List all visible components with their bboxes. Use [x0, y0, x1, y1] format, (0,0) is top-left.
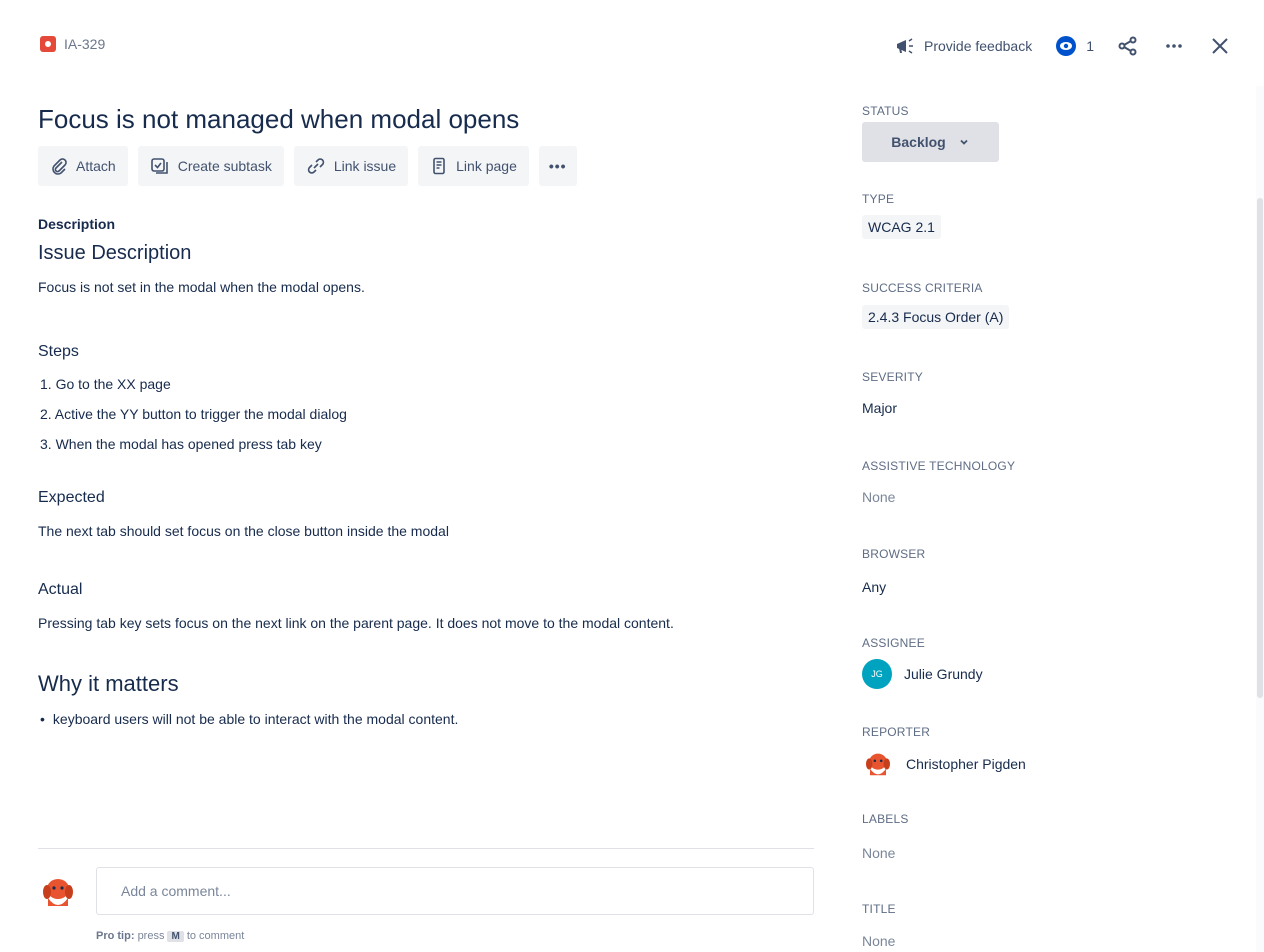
megaphone-icon: [897, 38, 914, 54]
issue-toolbar: Attach Create subtask Link issue Link pa…: [38, 146, 816, 186]
pro-tip-press: press: [137, 930, 165, 942]
more-icon: [1166, 44, 1182, 48]
close-icon: [1212, 38, 1228, 54]
pro-tip-label: Pro tip:: [96, 930, 135, 942]
list-item: 1. Go to the XX page: [40, 376, 171, 392]
user-avatar-icon: [38, 872, 78, 912]
issue-main: Focus is not managed when modal opens At…: [38, 96, 816, 731]
attach-label: Attach: [76, 158, 116, 174]
reporter-avatar-icon: [866, 753, 890, 776]
link-icon: [307, 158, 325, 174]
type-field[interactable]: WCAG 2.1: [862, 215, 941, 239]
subtask-icon: [150, 158, 168, 174]
more-actions-button[interactable]: [1154, 30, 1194, 62]
reporter-name: Christopher Pigden: [906, 756, 1026, 772]
actual-text: Pressing tab key sets focus on the next …: [38, 615, 674, 631]
type-label: TYPE: [862, 192, 895, 206]
link-page-label: Link page: [456, 158, 517, 174]
issue-key-breadcrumb[interactable]: IA-329: [40, 36, 105, 52]
success-criteria-label: SUCCESS CRITERIA: [862, 281, 983, 295]
comment-divider: [38, 848, 814, 849]
status-value: Backlog: [891, 134, 946, 150]
issue-description-text: Focus is not set in the modal when the m…: [38, 279, 365, 295]
why-it-matters-list: keyboard users will not be able to inter…: [38, 707, 816, 731]
title-field-label: TITLE: [862, 902, 896, 916]
page-icon: [433, 157, 445, 175]
close-button[interactable]: [1200, 30, 1240, 62]
type-value: WCAG 2.1: [862, 215, 941, 239]
steps-list: 1. Go to the XX page 2. Active the YY bu…: [38, 369, 816, 459]
assistive-technology-value[interactable]: None: [862, 489, 895, 505]
attach-button[interactable]: Attach: [38, 146, 128, 186]
keyboard-shortcut-key: M: [167, 931, 184, 942]
link-issue-label: Link issue: [333, 158, 397, 174]
severity-value[interactable]: Major: [862, 400, 897, 416]
list-item: 3. When the modal has opened press tab k…: [40, 436, 322, 452]
expected-text: The next tab should set focus on the clo…: [38, 523, 449, 539]
pro-tip: Pro tip: press Mto comment: [96, 930, 244, 942]
provide-feedback-label: Provide feedback: [924, 38, 1033, 54]
issue-title[interactable]: Focus is not managed when modal opens: [38, 100, 816, 138]
steps-heading: Steps: [38, 343, 79, 360]
status-label: STATUS: [862, 104, 909, 118]
severity-label: SEVERITY: [862, 370, 923, 384]
watch-button[interactable]: 1: [1046, 30, 1102, 62]
provide-feedback-button[interactable]: Provide feedback: [886, 30, 1040, 62]
link-issue-button[interactable]: Link issue: [293, 146, 409, 186]
assistive-technology-label: ASSISTIVE TECHNOLOGY: [862, 459, 1016, 473]
paperclip-icon: [52, 158, 67, 175]
add-comment-input[interactable]: Add a comment...: [96, 867, 814, 915]
issue-key[interactable]: IA-329: [64, 36, 105, 52]
create-subtask-button[interactable]: Create subtask: [137, 146, 284, 186]
assignee-field[interactable]: JG Julie Grundy: [862, 659, 983, 689]
share-button[interactable]: [1108, 30, 1148, 62]
labels-value[interactable]: None: [862, 845, 895, 861]
browser-label: BROWSER: [862, 547, 926, 561]
browser-value[interactable]: Any: [862, 579, 886, 595]
assignee-name: Julie Grundy: [904, 666, 983, 682]
labels-label: LABELS: [862, 812, 909, 826]
link-page-button[interactable]: Link page: [418, 146, 529, 186]
share-icon: [1118, 36, 1137, 56]
toolbar-more-button[interactable]: •••: [538, 146, 577, 186]
actual-heading: Actual: [38, 581, 83, 598]
eye-icon: [1056, 36, 1077, 56]
assignee-label: ASSIGNEE: [862, 636, 925, 650]
issue-description-heading: Issue Description: [38, 242, 192, 264]
pro-tip-suffix: to comment: [186, 930, 245, 942]
watch-count: 1: [1086, 38, 1094, 54]
title-field-value[interactable]: None: [862, 933, 895, 949]
list-item: keyboard users will not be able to inter…: [38, 707, 816, 731]
why-it-matters-heading: Why it matters: [38, 671, 179, 696]
scrollbar-thumb[interactable]: [1257, 198, 1263, 698]
create-subtask-label: Create subtask: [177, 158, 272, 174]
success-criteria-field[interactable]: 2.4.3 Focus Order (A): [862, 305, 1010, 329]
status-dropdown[interactable]: Backlog: [862, 122, 999, 162]
description-label: Description: [38, 216, 116, 232]
list-item: 2. Active the YY button to trigger the m…: [40, 406, 347, 422]
success-criteria-value: 2.4.3 Focus Order (A): [862, 305, 1010, 329]
assignee-avatar: JG: [862, 659, 892, 689]
expected-heading: Expected: [38, 489, 105, 506]
chevron-down-icon: [960, 139, 968, 145]
scrollbar[interactable]: [1256, 86, 1264, 952]
bug-icon: [40, 36, 56, 52]
header-actions: Provide feedback 1: [886, 30, 1240, 62]
reporter-field[interactable]: Christopher Pigden: [862, 748, 1026, 780]
reporter-label: REPORTER: [862, 725, 931, 739]
